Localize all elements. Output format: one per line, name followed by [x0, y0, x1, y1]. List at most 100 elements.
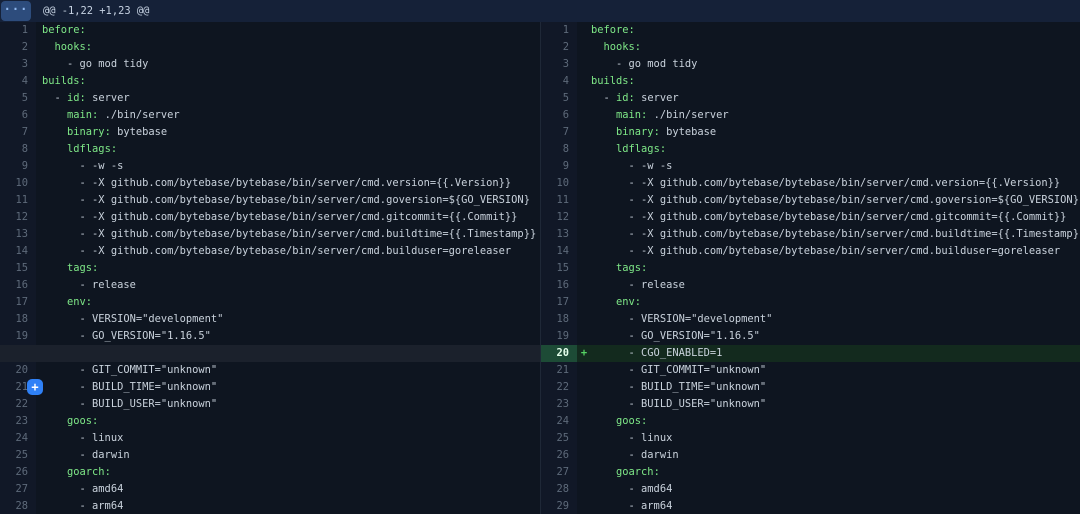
- code-text: - -X github.com/bytebase/bytebase/bin/se…: [591, 211, 1066, 223]
- diff-row: 27 - amd64: [0, 481, 540, 498]
- diff-row: 11 - -X github.com/bytebase/bytebase/bin…: [0, 192, 540, 209]
- yaml-key: main:: [67, 109, 98, 121]
- line-number[interactable]: 2: [541, 39, 577, 56]
- line-number[interactable]: 25: [541, 430, 577, 447]
- code-text: [591, 466, 616, 478]
- line-number[interactable]: 11: [541, 192, 577, 209]
- code-text: bytebase: [660, 126, 716, 138]
- line-number[interactable]: 4: [0, 73, 36, 90]
- line-number[interactable]: 9: [0, 158, 36, 175]
- line-number[interactable]: 15: [541, 260, 577, 277]
- line-number[interactable]: 24: [541, 413, 577, 430]
- line-number[interactable]: 8: [0, 141, 36, 158]
- line-number[interactable]: 23: [541, 396, 577, 413]
- line-content: binary: bytebase: [591, 124, 716, 141]
- line-number[interactable]: 26: [541, 447, 577, 464]
- line-number[interactable]: 4: [541, 73, 577, 90]
- line-number[interactable]: 21: [541, 362, 577, 379]
- line-number[interactable]: 20: [541, 345, 577, 362]
- line-number[interactable]: 23: [0, 413, 36, 430]
- line-number[interactable]: 19: [0, 328, 36, 345]
- line-content: goarch:: [36, 464, 111, 481]
- diff-row: 8 ldflags:: [541, 141, 1080, 158]
- line-number[interactable]: 19: [541, 328, 577, 345]
- yaml-key: env:: [67, 296, 92, 308]
- line-number[interactable]: 29: [541, 498, 577, 514]
- diff-row: 17 env:: [541, 294, 1080, 311]
- code-text: bytebase: [111, 126, 167, 138]
- line-marker: [577, 260, 591, 277]
- line-number[interactable]: 12: [541, 209, 577, 226]
- line-number[interactable]: 5: [0, 90, 36, 107]
- line-number[interactable]: 22: [541, 379, 577, 396]
- line-number[interactable]: 16: [541, 277, 577, 294]
- line-number[interactable]: 27: [0, 481, 36, 498]
- line-number[interactable]: 24: [0, 430, 36, 447]
- diff-row: 12 - -X github.com/bytebase/bytebase/bin…: [0, 209, 540, 226]
- hunk-header-bar: ··· @@ -1,22 +1,23 @@: [0, 0, 1080, 22]
- line-number[interactable]: 11: [0, 192, 36, 209]
- line-number[interactable]: 13: [541, 226, 577, 243]
- yaml-key: tags:: [67, 262, 98, 274]
- code-text: - -X github.com/bytebase/bytebase/bin/se…: [42, 228, 536, 240]
- line-number[interactable]: 7: [541, 124, 577, 141]
- line-content: - -X github.com/bytebase/bytebase/bin/se…: [591, 209, 1066, 226]
- line-number[interactable]: 10: [0, 175, 36, 192]
- line-number[interactable]: 6: [0, 107, 36, 124]
- code-text: - -X github.com/bytebase/bytebase/bin/se…: [591, 177, 1060, 189]
- line-number[interactable]: 3: [541, 56, 577, 73]
- line-number[interactable]: 20: [0, 362, 36, 379]
- diff-row: 1before:: [541, 22, 1080, 39]
- line-number[interactable]: 28: [0, 498, 36, 514]
- code-text: - -X github.com/bytebase/bytebase/bin/se…: [591, 245, 1060, 257]
- line-number[interactable]: 7: [0, 124, 36, 141]
- line-number[interactable]: 16: [0, 277, 36, 294]
- diff-row: 9 - -w -s: [541, 158, 1080, 175]
- line-number[interactable]: 26: [0, 464, 36, 481]
- line-content: hooks:: [591, 39, 641, 56]
- line-number[interactable]: 22: [0, 396, 36, 413]
- diff-row: 21 - BUILD_TIME="unknown"+: [0, 379, 540, 396]
- line-number[interactable]: 2: [0, 39, 36, 56]
- line-number[interactable]: 1: [541, 22, 577, 39]
- line-number[interactable]: 9: [541, 158, 577, 175]
- line-number[interactable]: 3: [0, 56, 36, 73]
- yaml-key: binary:: [616, 126, 660, 138]
- diff-row: 2 hooks:: [541, 39, 1080, 56]
- line-content: - VERSION="development": [36, 311, 223, 328]
- line-number[interactable]: 17: [0, 294, 36, 311]
- line-content: main: ./bin/server: [36, 107, 180, 124]
- diff-row: 13 - -X github.com/bytebase/bytebase/bin…: [0, 226, 540, 243]
- line-number[interactable]: 28: [541, 481, 577, 498]
- code-text: ./bin/server: [647, 109, 728, 121]
- code-text: - arm64: [42, 500, 123, 512]
- line-marker: [577, 175, 591, 192]
- line-number[interactable]: 13: [0, 226, 36, 243]
- line-number[interactable]: 14: [0, 243, 36, 260]
- line-content: - BUILD_USER="unknown": [36, 396, 217, 413]
- line-content: goos:: [591, 413, 647, 430]
- diff-panes: 1before:2 hooks:3 - go mod tidy4builds:5…: [0, 22, 1080, 514]
- line-number[interactable]: 6: [541, 107, 577, 124]
- line-content: env:: [591, 294, 641, 311]
- line-number[interactable]: 17: [541, 294, 577, 311]
- line-content: - -X github.com/bytebase/bytebase/bin/se…: [591, 226, 1080, 243]
- yaml-key: before:: [42, 24, 86, 36]
- yaml-key: id:: [616, 92, 635, 104]
- line-number[interactable]: 8: [541, 141, 577, 158]
- line-number[interactable]: 1: [0, 22, 36, 39]
- diff-row-added: 20+ - CGO_ENABLED=1: [541, 345, 1080, 362]
- line-number[interactable]: 12: [0, 209, 36, 226]
- line-number[interactable]: 5: [541, 90, 577, 107]
- line-number[interactable]: 27: [541, 464, 577, 481]
- line-number[interactable]: 15: [0, 260, 36, 277]
- add-comment-button[interactable]: +: [27, 379, 43, 395]
- line-number[interactable]: 18: [0, 311, 36, 328]
- line-number[interactable]: 14: [541, 243, 577, 260]
- expand-hunk-button[interactable]: ···: [1, 1, 31, 21]
- line-number[interactable]: 25: [0, 447, 36, 464]
- code-text: - BUILD_TIME="unknown": [591, 381, 766, 393]
- line-number[interactable]: 10: [541, 175, 577, 192]
- line-number[interactable]: 18: [541, 311, 577, 328]
- code-text: - -w -s: [591, 160, 672, 172]
